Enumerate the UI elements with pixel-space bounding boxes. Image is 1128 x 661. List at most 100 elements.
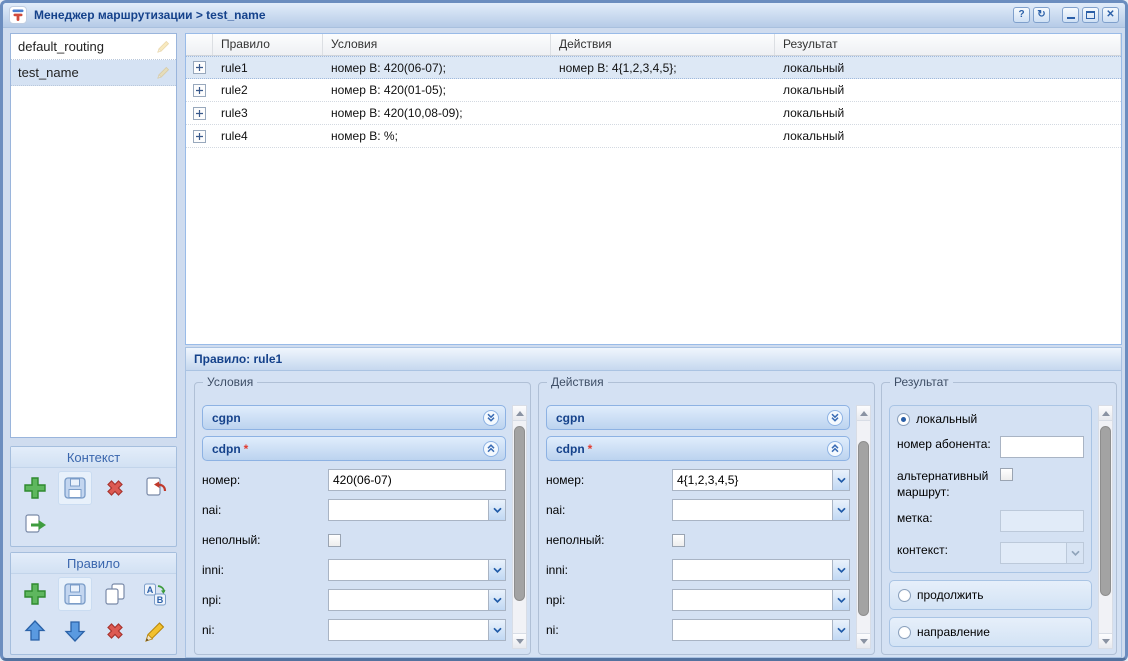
context-delete-button[interactable] [98,471,132,505]
dropdown-arrow-icon [1066,543,1083,563]
rule-rename-button[interactable]: AB [138,577,172,611]
radio-continue[interactable] [898,589,911,602]
rule-edit-button[interactable] [138,614,172,648]
save-floppy-icon [62,581,88,607]
context-item-test-name[interactable]: test_name [11,60,176,86]
scroll-up-icon[interactable] [513,406,526,421]
rule-save-button[interactable] [58,577,92,611]
actions-incomplete-checkbox[interactable] [672,534,685,547]
rule-move-up-button[interactable] [18,614,52,648]
expand-row-icon[interactable] [193,130,206,143]
scrollbar-thumb[interactable] [514,426,525,601]
rule-add-button[interactable] [18,577,52,611]
dropdown-arrow-icon[interactable] [832,620,849,640]
refresh-button[interactable]: ↻ [1033,7,1050,23]
dropdown-arrow-icon[interactable] [832,560,849,580]
dropdown-arrow-icon[interactable] [832,470,849,490]
context-toolbar-row-2 [11,505,176,542]
subscriber-number-input[interactable] [1000,436,1084,458]
edit-pencil-icon[interactable] [156,65,171,80]
conditions-ni-select[interactable] [328,619,506,641]
context-save-button[interactable] [58,471,92,505]
context-add-button[interactable] [18,471,52,505]
expand-row-icon[interactable] [193,84,206,97]
actions-cdpn-section[interactable]: cdpn* [546,436,850,461]
actions-npi-select[interactable] [672,589,850,611]
cell-result: локальный [775,61,1121,75]
actions-number-select[interactable]: 4{1,2,3,4,5} [672,469,850,491]
column-header-actions[interactable]: Действия [551,34,775,55]
table-row-rule2[interactable]: rule2 номер B: 420(01-05); локальный [186,79,1121,102]
conditions-incomplete-checkbox[interactable] [328,534,341,547]
context-import-button[interactable] [138,471,172,505]
rule-move-down-button[interactable] [58,614,92,648]
table-row-rule1[interactable]: rule1 номер B: 420(06-07); номер B: 4{1,… [186,56,1121,79]
conditions-number-input[interactable] [328,469,506,491]
expand-section-button[interactable] [827,410,843,426]
rule-copy-button[interactable] [98,577,132,611]
chevron-double-up-icon [486,444,496,453]
context-item-label: test_name [18,65,156,80]
cell-rule: rule1 [213,61,323,75]
context-export-button[interactable] [18,508,52,542]
actions-nai-select[interactable] [672,499,850,521]
dropdown-arrow-icon[interactable] [832,500,849,520]
conditions-cgpn-section[interactable]: cgpn [202,405,506,430]
column-header-rule[interactable]: Правило [213,34,323,55]
window-controls: ? ↻ ✕ [1013,7,1119,23]
dropdown-arrow-icon[interactable] [488,560,505,580]
dropdown-arrow-icon[interactable] [488,500,505,520]
alternative-route-checkbox[interactable] [1000,468,1013,481]
result-option-local[interactable]: локальный [897,412,1084,426]
conditions-nai-select[interactable] [328,499,506,521]
table-row-rule4[interactable]: rule4 номер B: %; локальный [186,125,1121,148]
mark-row: метка: [897,510,1084,532]
result-scrollbar[interactable] [1098,405,1113,649]
expand-row-icon[interactable] [193,61,206,74]
column-header-result[interactable]: Результат [775,34,1121,55]
minimize-button[interactable] [1062,7,1079,23]
scroll-down-icon[interactable] [857,633,870,648]
result-option-direction[interactable]: направление [889,617,1092,647]
radio-local[interactable] [897,413,910,426]
actions-cgpn-section[interactable]: cgpn [546,405,850,430]
close-button[interactable]: ✕ [1102,7,1119,23]
edit-pencil-icon[interactable] [156,39,171,54]
table-row-rule3[interactable]: rule3 номер B: 420(10,08-09); локальный [186,102,1121,125]
actions-scrollbar[interactable] [856,405,871,649]
scroll-down-icon[interactable] [513,633,526,648]
expand-row-icon[interactable] [193,107,206,120]
incomplete-label: неполный: [546,533,672,547]
scroll-up-icon[interactable] [857,406,870,421]
incomplete-label: неполный: [202,533,328,547]
expand-column-header [186,34,213,55]
context-item-default-routing[interactable]: default_routing [11,34,176,60]
collapse-section-button[interactable] [483,441,499,457]
scroll-up-icon[interactable] [1099,406,1112,421]
dropdown-arrow-icon[interactable] [488,590,505,610]
conditions-cdpn-section[interactable]: cdpn* [202,436,506,461]
scrollbar-thumb[interactable] [1100,426,1111,596]
dropdown-arrow-icon[interactable] [488,620,505,640]
conditions-npi-select[interactable] [328,589,506,611]
actions-inni-select[interactable] [672,559,850,581]
conditions-scrollbar[interactable] [512,405,527,649]
scroll-down-icon[interactable] [1099,633,1112,648]
maximize-button[interactable] [1082,7,1099,23]
required-mark: * [244,442,249,456]
rule-delete-button[interactable] [98,614,132,648]
cell-conditions: номер B: 420(06-07); [323,61,551,75]
context-toolbar-row-1 [11,468,176,505]
actions-ni-select[interactable] [672,619,850,641]
radio-direction[interactable] [898,626,911,639]
result-option-continue[interactable]: продолжить [889,580,1092,610]
dropdown-arrow-icon[interactable] [832,590,849,610]
collapse-section-button[interactable] [827,441,843,457]
column-header-conditions[interactable]: Условия [323,34,551,55]
scrollbar-thumb[interactable] [858,441,869,616]
context-row: контекст: [897,542,1084,564]
nai-label: nai: [202,503,328,517]
expand-section-button[interactable] [483,410,499,426]
conditions-inni-select[interactable] [328,559,506,581]
help-button[interactable]: ? [1013,7,1030,23]
